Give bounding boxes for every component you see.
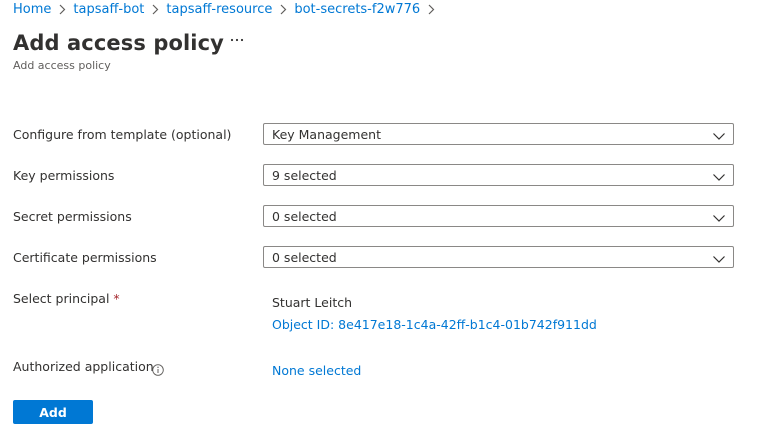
chevron-down-icon [712, 169, 726, 183]
breadcrumb-tapsaff-bot[interactable]: tapsaff-bot [73, 2, 144, 17]
chevron-down-icon [712, 251, 726, 265]
add-button[interactable]: Add [13, 400, 93, 424]
certificate-permissions-value: 0 selected [272, 250, 337, 265]
template-dropdown[interactable]: Key Management [263, 123, 734, 145]
secret-permissions-value: 0 selected [272, 209, 337, 224]
chevron-right-icon [276, 4, 290, 15]
page-title: Add access policy [13, 31, 224, 55]
template-dropdown-value: Key Management [272, 127, 381, 142]
chevron-down-icon [712, 210, 726, 224]
required-indicator: * [113, 291, 120, 306]
certificate-permissions-label: Certificate permissions [13, 250, 157, 265]
select-principal-label-text: Select principal [13, 291, 110, 306]
key-permissions-label: Key permissions [13, 168, 115, 183]
template-label: Configure from template (optional) [13, 127, 232, 142]
select-principal-label: Select principal * [13, 291, 120, 306]
breadcrumb: Home tapsaff-bot tapsaff-resource bot-se… [13, 0, 442, 18]
ellipsis-icon[interactable] [229, 32, 245, 48]
chevron-right-icon [424, 4, 438, 15]
breadcrumb-bot-secrets[interactable]: bot-secrets-f2w776 [294, 2, 420, 17]
key-permissions-dropdown[interactable]: 9 selected [263, 164, 734, 186]
secret-permissions-dropdown[interactable]: 0 selected [263, 205, 734, 227]
secret-permissions-label: Secret permissions [13, 209, 132, 224]
info-icon[interactable] [152, 361, 164, 376]
chevron-right-icon [148, 4, 162, 15]
authorized-application-link[interactable]: None selected [272, 363, 361, 378]
breadcrumb-home[interactable]: Home [13, 2, 51, 17]
key-permissions-value: 9 selected [272, 168, 337, 183]
page-subtitle: Add access policy [13, 59, 111, 72]
chevron-down-icon [712, 128, 726, 142]
certificate-permissions-dropdown[interactable]: 0 selected [263, 246, 734, 268]
breadcrumb-tapsaff-resource[interactable]: tapsaff-resource [166, 2, 272, 17]
title-row: Add access policy [13, 28, 224, 58]
principal-object-id-link[interactable]: Object ID: 8e417e18-1c4a-42ff-b1c4-01b74… [272, 317, 597, 332]
principal-name: Stuart Leitch [272, 295, 353, 310]
authorized-application-label: Authorized application [13, 359, 154, 374]
chevron-right-icon [55, 4, 69, 15]
